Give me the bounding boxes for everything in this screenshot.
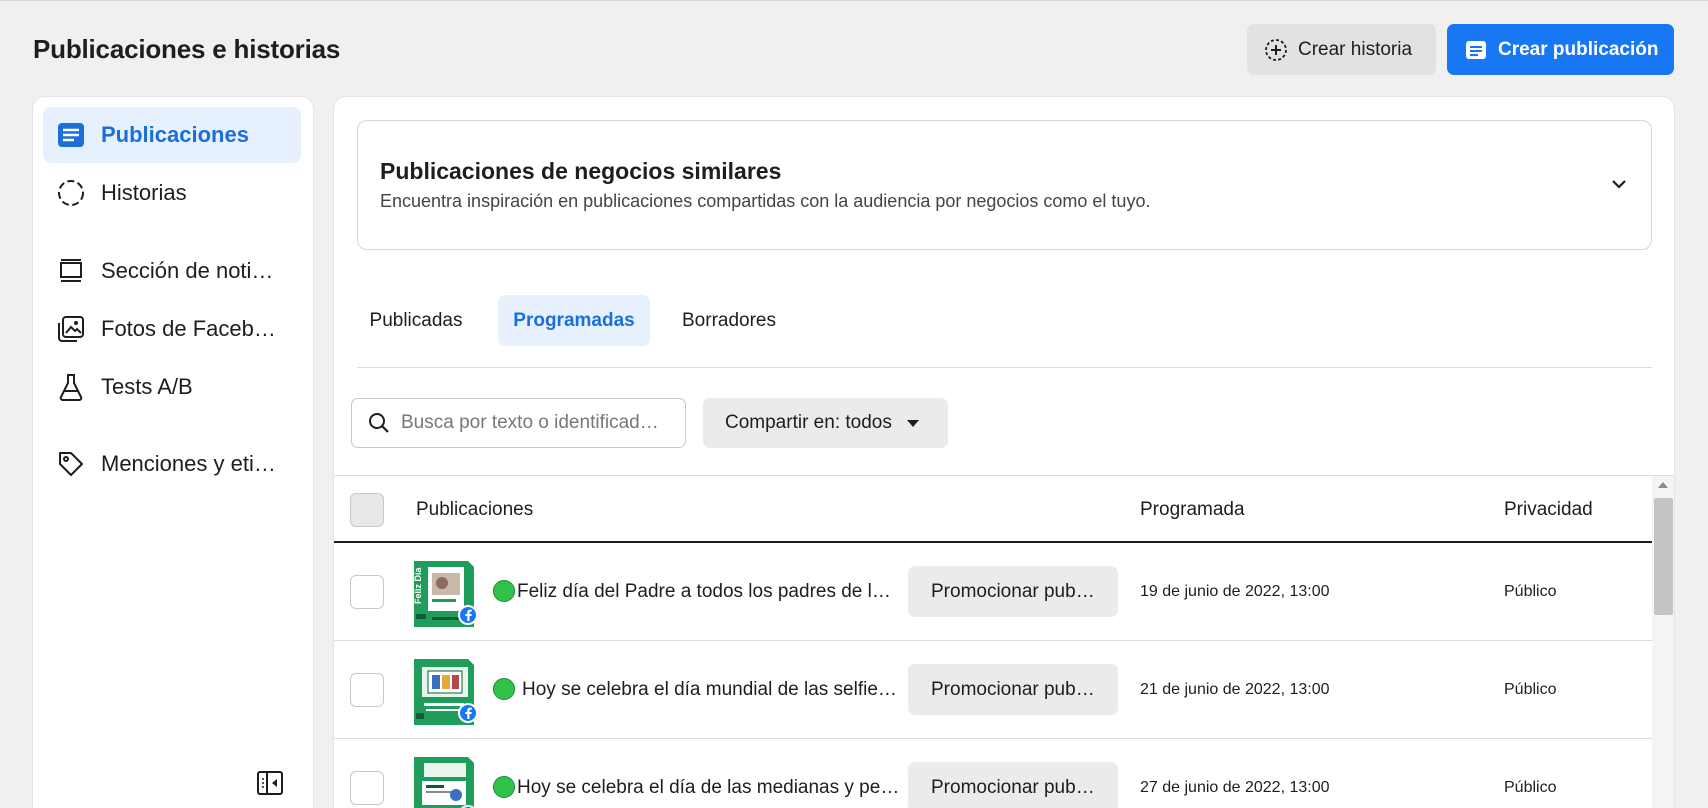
sidebar: Publicaciones Historias Sección de noti……: [33, 97, 313, 808]
privacy-value: Público: [1504, 583, 1557, 600]
similar-business-posts-card[interactable]: Publicaciones de negocios similares Encu…: [357, 120, 1652, 250]
promote-post-button[interactable]: Promocionar pub…: [908, 664, 1118, 715]
search-box[interactable]: [351, 398, 686, 448]
post-text[interactable]: Feliz día del Padre a todos los padres d…: [517, 581, 891, 603]
table-row[interactable]: Hoy se celebra el día mundial de las sel…: [334, 641, 1652, 739]
caret-down-icon: [906, 420, 919, 427]
sidebar-item-mentions[interactable]: Menciones y eti…: [43, 436, 301, 492]
sidebar-item-photos[interactable]: Fotos de Faceb…: [43, 301, 301, 357]
tab-scheduled[interactable]: Programadas: [498, 295, 650, 346]
sidebar-item-posts[interactable]: Publicaciones: [43, 107, 301, 163]
row-checkbox[interactable]: [350, 673, 384, 707]
sidebar-item-label: Menciones y eti…: [101, 451, 276, 476]
status-dot: [493, 776, 515, 798]
share-filter-dropdown[interactable]: Compartir en: todos: [703, 398, 948, 448]
column-header-privacy[interactable]: Privacidad: [1504, 499, 1593, 521]
flask-icon: [56, 372, 86, 402]
photos-icon: [56, 314, 86, 344]
chevron-down-icon[interactable]: [1609, 174, 1629, 194]
table-row[interactable]: Feliz Día Feliz día del Padre a todos lo…: [334, 543, 1652, 641]
select-all-checkbox[interactable]: [350, 493, 384, 527]
create-story-label: Crear historia: [1298, 38, 1413, 60]
table-row[interactable]: Hoy se celebra el día de las medianas y …: [334, 739, 1652, 808]
collapse-sidebar-icon[interactable]: [255, 768, 285, 798]
add-circle-icon: [1265, 38, 1287, 61]
column-header-posts[interactable]: Publicaciones: [416, 499, 533, 521]
create-post-label: Crear publicación: [1498, 38, 1659, 60]
scheduled-date: 19 de junio de 2022, 13:00: [1140, 583, 1330, 600]
table-scrollbar[interactable]: [1652, 476, 1674, 808]
sidebar-item-label: Publicaciones: [101, 122, 249, 147]
post-thumbnail: Feliz Día: [413, 561, 478, 627]
table-header: Publicaciones Programada Privacidad: [334, 476, 1652, 543]
filter-label: Compartir en: todos: [725, 412, 892, 433]
svg-text:Feliz Día: Feliz Día: [413, 566, 423, 604]
search-icon: [369, 413, 389, 433]
sidebar-item-stories[interactable]: Historias: [43, 165, 301, 221]
sidebar-item-label: Tests A/B: [101, 374, 193, 399]
privacy-value: Público: [1504, 779, 1557, 796]
scheduled-date: 21 de junio de 2022, 13:00: [1140, 681, 1330, 698]
scrollbar-thumb[interactable]: [1654, 498, 1673, 615]
tab-drafts[interactable]: Borradores: [664, 295, 794, 346]
feed-icon: [56, 256, 86, 286]
create-post-button[interactable]: Crear publicación: [1447, 24, 1674, 75]
scheduled-date: 27 de junio de 2022, 13:00: [1140, 779, 1330, 796]
sidebar-item-label: Fotos de Faceb…: [101, 316, 276, 341]
sidebar-item-label: Sección de noti…: [101, 258, 274, 283]
tab-published[interactable]: Publicadas: [357, 295, 475, 346]
tag-icon: [56, 449, 86, 479]
tabs-divider: [357, 367, 1652, 368]
similar-description: Encuentra inspiración en publicaciones c…: [380, 191, 1151, 211]
status-dot: [493, 678, 515, 700]
sidebar-item-label: Historias: [101, 180, 187, 205]
create-story-button[interactable]: Crear historia: [1247, 24, 1436, 75]
status-dot: [493, 580, 515, 602]
similar-title: Publicaciones de negocios similares: [380, 158, 782, 184]
promote-post-button[interactable]: Promocionar pub…: [908, 566, 1118, 617]
posts-icon: [56, 120, 86, 150]
stories-icon: [56, 178, 86, 208]
page-title: Publicaciones e historias: [33, 34, 341, 64]
promote-post-button[interactable]: Promocionar pub…: [908, 762, 1118, 808]
post-thumbnail: [414, 659, 478, 725]
post-text[interactable]: Hoy se celebra el día de las medianas y …: [517, 777, 899, 799]
column-header-scheduled[interactable]: Programada: [1140, 499, 1245, 521]
main-panel: Publicaciones de negocios similares Encu…: [334, 97, 1674, 808]
post-thumbnail: [414, 757, 476, 808]
post-text[interactable]: Hoy se celebra el día mundial de las sel…: [522, 679, 897, 701]
sidebar-item-ab-tests[interactable]: Tests A/B: [43, 359, 301, 415]
sidebar-item-feed[interactable]: Sección de noti…: [43, 243, 301, 299]
top-border: [0, 0, 1708, 1]
row-checkbox[interactable]: [350, 575, 384, 609]
post-icon: [1466, 40, 1486, 59]
scroll-up-arrow[interactable]: [1658, 482, 1668, 488]
search-input[interactable]: [401, 412, 671, 434]
privacy-value: Público: [1504, 681, 1557, 698]
row-checkbox[interactable]: [350, 771, 384, 805]
